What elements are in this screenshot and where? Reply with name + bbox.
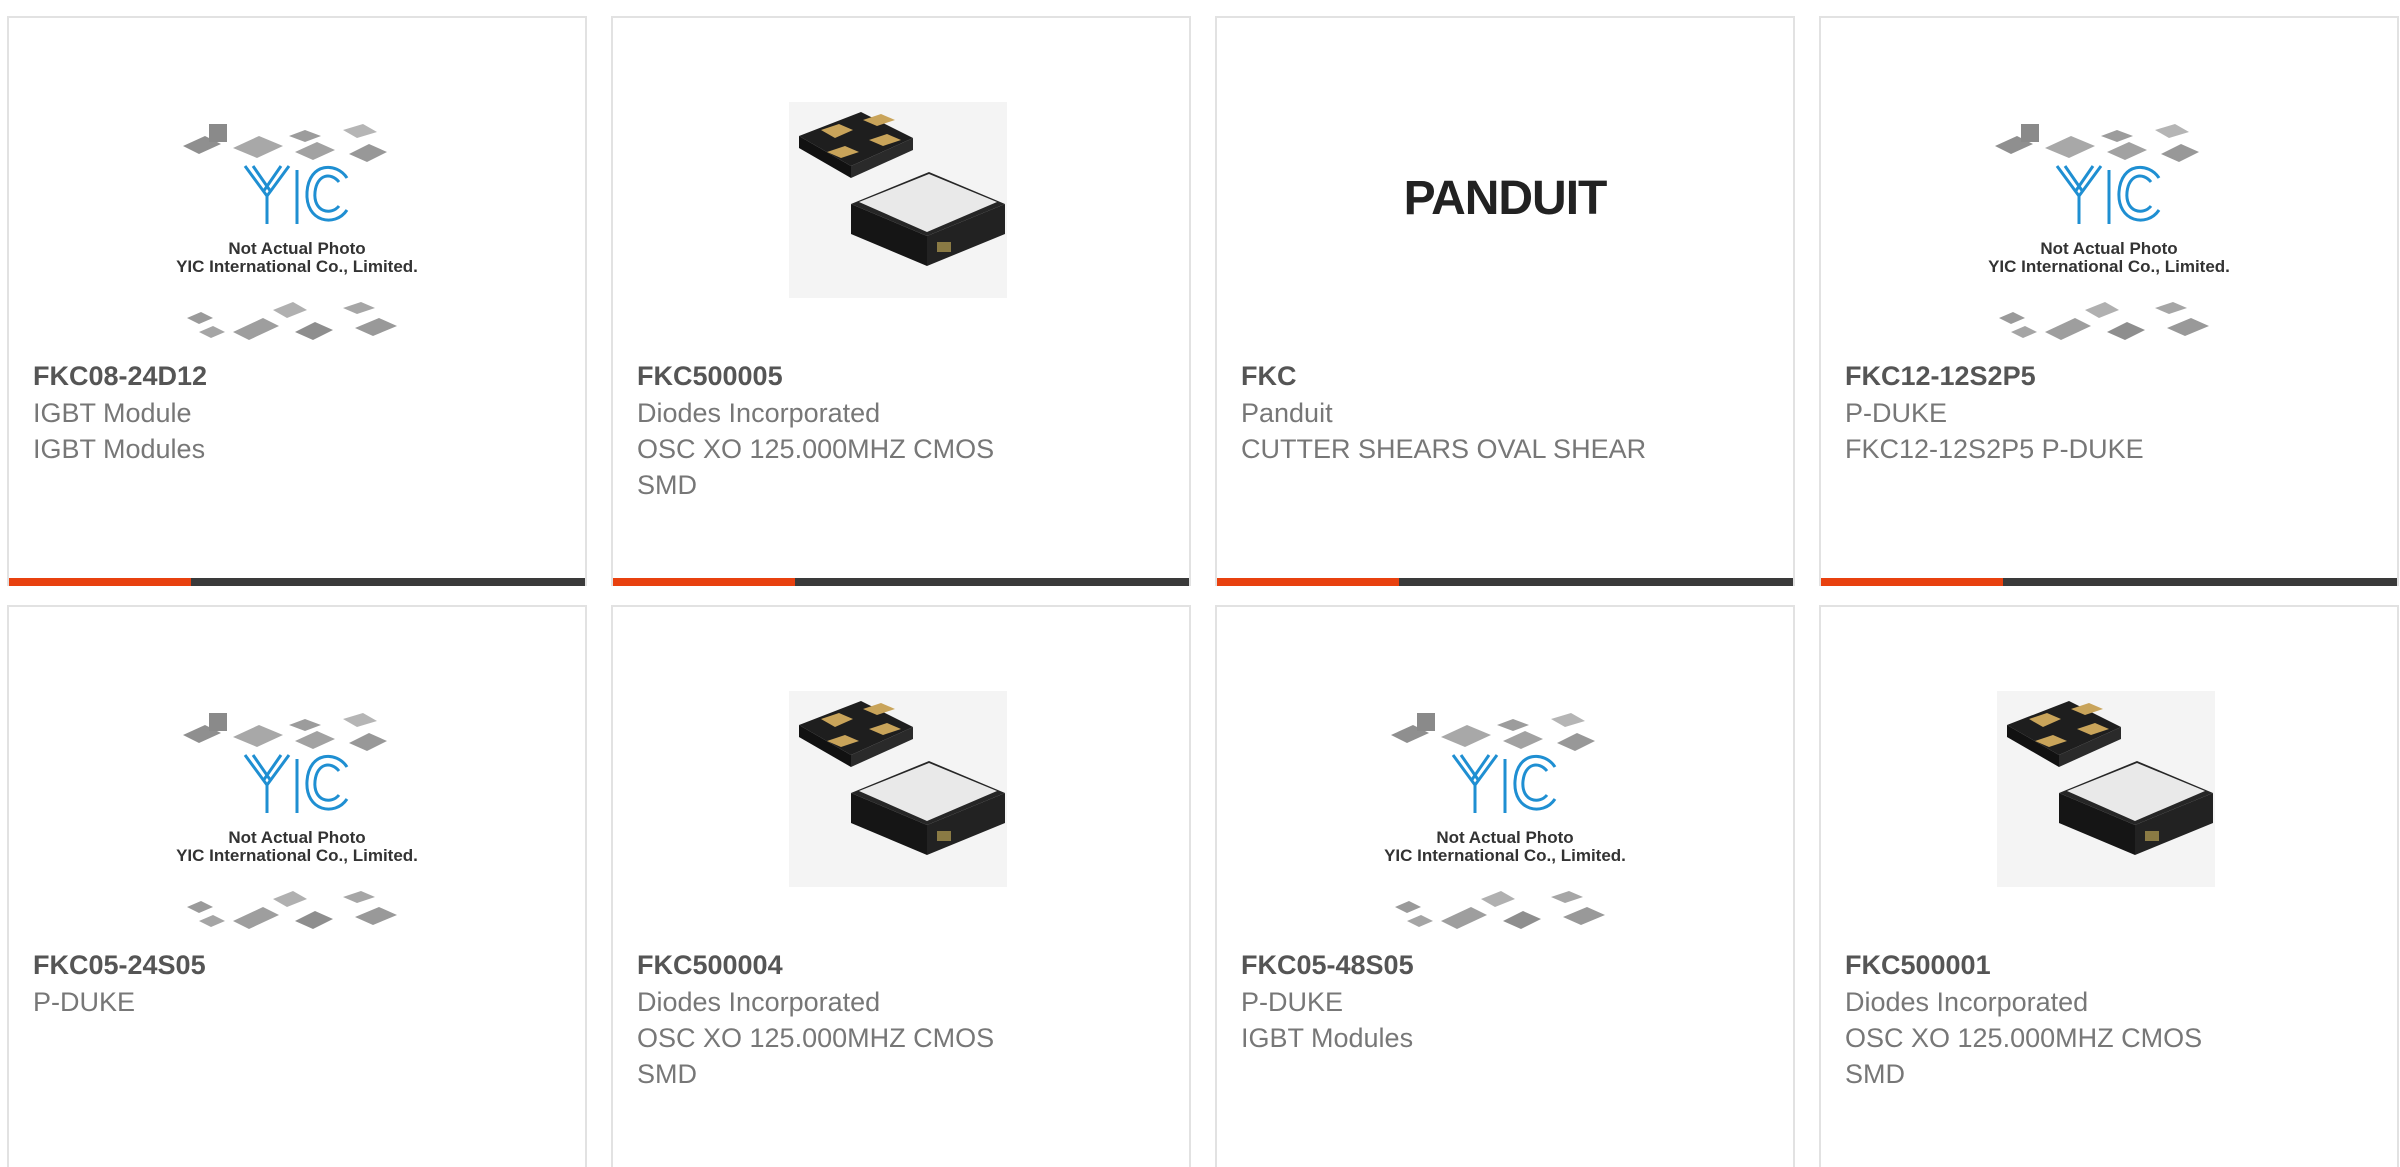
yic-logo [1451,754,1557,813]
product-image[interactable]: Not Actual Photo YIC International Co., … [1959,96,2259,362]
component-icons-bottom [187,302,397,340]
product-line: Diodes Incorporated [637,987,881,1017]
product-line: IGBT Modules [33,434,206,464]
part-number[interactable]: FKC500005 [637,358,1157,395]
product-line: SMD [1845,1059,1905,1089]
yic-note-line-2: YIC International Co., Limited. [1988,257,2230,276]
part-number[interactable]: FKC500001 [1845,947,2365,984]
yic-note-line-1: Not Actual Photo [1436,828,1573,847]
product-info: FKC Panduit CUTTER SHEARS OVAL SHEAR [1241,358,1761,467]
product-line: P-DUKE [33,987,136,1017]
product-info: FKC05-24S05 P-DUKE [33,947,553,1020]
panduit-logo: PANDUIT [1404,172,1607,225]
product-line: IGBT Modules [1241,1023,1414,1053]
product-line: P-DUKE [1241,987,1344,1017]
yic-note-line-2: YIC International Co., Limited. [176,846,418,865]
card-accent-bar [1821,578,2397,586]
product-line: OSC XO 125.000MHZ CMOS [637,434,995,464]
yic-logo [2055,165,2161,224]
product-card[interactable]: Not Actual Photo YIC International Co., … [7,605,587,1167]
component-icons-top [1995,124,2199,162]
component-icons-top [183,713,387,751]
component-icons-bottom [187,891,397,929]
product-line: Diodes Incorporated [1845,987,2089,1017]
part-number[interactable]: FKC [1241,358,1761,395]
product-card[interactable]: FKC500005 Diodes Incorporated OSC XO 125… [611,16,1191,586]
product-info: FKC05-48S05 P-DUKE IGBT Modules [1241,947,1761,1056]
part-number[interactable]: FKC08-24D12 [33,358,553,395]
product-image[interactable]: PANDUIT [1355,96,1655,362]
yic-note-line-1: Not Actual Photo [2040,239,2177,258]
card-accent-bar [9,578,585,586]
part-number[interactable]: FKC12-12S2P5 [1845,358,2365,395]
yic-note-line-2: YIC International Co., Limited. [176,257,418,276]
product-line: SMD [637,1059,697,1089]
card-accent-bar [613,578,1189,586]
product-line: SMD [637,470,697,500]
card-accent-highlight [1821,578,2003,586]
product-card[interactable]: FKC500001 Diodes Incorporated OSC XO 125… [1819,605,2399,1167]
product-line: CUTTER SHEARS OVAL SHEAR [1241,434,1647,464]
product-info: FKC08-24D12 IGBT Module IGBT Modules [33,358,553,467]
yic-note-line-1: Not Actual Photo [228,239,365,258]
product-info: FKC500005 Diodes Incorporated OSC XO 125… [637,358,1157,503]
card-accent-bar [1217,578,1793,586]
product-line: OSC XO 125.000MHZ CMOS [1845,1023,2203,1053]
component-icons-top [1391,713,1595,751]
product-info: FKC500001 Diodes Incorporated OSC XO 125… [1845,947,2365,1092]
product-card[interactable]: PANDUIT FKC Panduit CUTTER SHEARS OVAL S… [1215,16,1795,586]
product-image[interactable] [1959,685,2259,951]
card-accent-highlight [9,578,191,586]
yic-note-line-2: YIC International Co., Limited. [1384,846,1626,865]
product-info: FKC12-12S2P5 P-DUKE FKC12-12S2P5 P-DUKE [1845,358,2365,467]
product-line: Panduit [1241,398,1333,428]
product-line: OSC XO 125.000MHZ CMOS [637,1023,995,1053]
product-card[interactable]: Not Actual Photo YIC International Co., … [1215,605,1795,1167]
product-line: IGBT Module [33,398,192,428]
card-accent-highlight [1217,578,1399,586]
yic-logo [243,165,349,224]
product-line: P-DUKE [1845,398,1948,428]
product-info: FKC500004 Diodes Incorporated OSC XO 125… [637,947,1157,1092]
part-number[interactable]: FKC05-24S05 [33,947,553,984]
part-number[interactable]: FKC500004 [637,947,1157,984]
product-line: FKC12-12S2P5 P-DUKE [1845,434,2144,464]
product-card[interactable]: FKC500004 Diodes Incorporated OSC XO 125… [611,605,1191,1167]
component-icons-bottom [1999,302,2209,340]
part-number[interactable]: FKC05-48S05 [1241,947,1761,984]
product-line: Diodes Incorporated [637,398,881,428]
product-grid: Not Actual Photo YIC International Co., … [0,0,2400,1167]
component-icons-bottom [1395,891,1605,929]
product-card[interactable]: Not Actual Photo YIC International Co., … [1819,16,2399,586]
product-image[interactable]: Not Actual Photo YIC International Co., … [147,96,447,362]
yic-logo [243,754,349,813]
product-card[interactable]: Not Actual Photo YIC International Co., … [7,16,587,586]
component-icons-top [183,124,387,162]
product-image[interactable]: Not Actual Photo YIC International Co., … [147,685,447,951]
product-image[interactable] [751,685,1051,951]
card-accent-highlight [613,578,795,586]
product-image[interactable] [751,96,1051,362]
yic-note-line-1: Not Actual Photo [228,828,365,847]
product-image[interactable]: Not Actual Photo YIC International Co., … [1355,685,1655,951]
